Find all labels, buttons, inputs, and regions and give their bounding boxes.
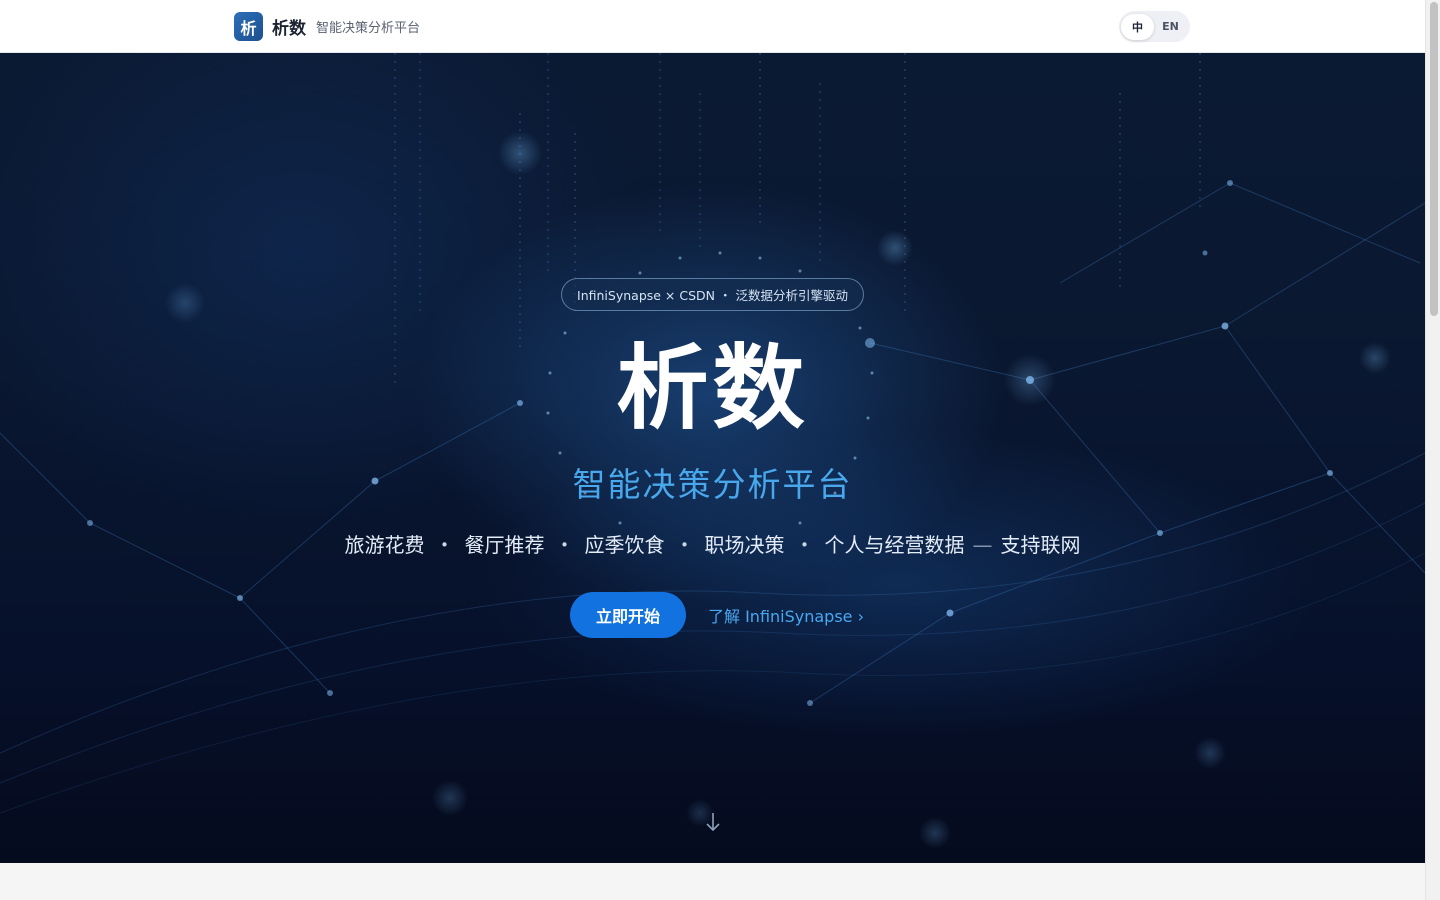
lang-option-zh[interactable]: 中 <box>1121 13 1154 40</box>
arrow-down-icon[interactable] <box>703 811 723 833</box>
learn-more-link[interactable]: 了解 InfiniSynapse › <box>708 603 864 627</box>
page-scrollbar[interactable] <box>1425 0 1440 900</box>
feature-tail: 支持联网 <box>1000 533 1081 557</box>
hero-subtitle: 智能决策分析平台 <box>572 465 853 504</box>
get-started-button[interactable]: 立即开始 <box>570 592 686 638</box>
feature-item: 职场决策 <box>704 533 785 557</box>
feature-item: 个人与经营数据 <box>824 533 965 557</box>
hero-section: InfiniSynapse × CSDN ・ 泛数据分析引擎驱动 析数 智能决策… <box>0 53 1425 863</box>
feature-separator: ・ <box>554 533 575 557</box>
feature-item: 旅游花费 <box>344 533 425 557</box>
feature-separator: ・ <box>434 533 455 557</box>
scrollbar-thumb[interactable] <box>1430 2 1438 316</box>
data-columns <box>394 53 1201 383</box>
network-nodes <box>87 180 1333 706</box>
partner-badge: InfiniSynapse × CSDN ・ 泛数据分析引擎驱动 <box>561 278 864 311</box>
brand[interactable]: 析 析数 智能决策分析平台 <box>234 12 420 41</box>
brand-subtitle: 智能决策分析平台 <box>316 21 421 36</box>
top-navbar: 析 析数 智能决策分析平台 中 EN <box>0 0 1425 53</box>
lang-option-en[interactable]: EN <box>1154 14 1187 40</box>
language-switcher: 中 EN <box>1119 11 1190 42</box>
feature-item: 餐厅推荐 <box>464 533 545 557</box>
feature-separator: ・ <box>674 533 695 557</box>
brand-logo: 析 <box>234 12 263 41</box>
feature-list: 旅游花费・餐厅推荐・应季饮食・职场决策・个人与经营数据 — 支持联网 <box>0 529 1425 558</box>
hero-title: 析数 <box>616 335 809 442</box>
brand-name: 析数 <box>272 19 306 39</box>
feature-item: 应季饮食 <box>584 533 665 557</box>
feature-separator: ・ <box>794 533 815 557</box>
feature-dash: — <box>972 533 993 557</box>
